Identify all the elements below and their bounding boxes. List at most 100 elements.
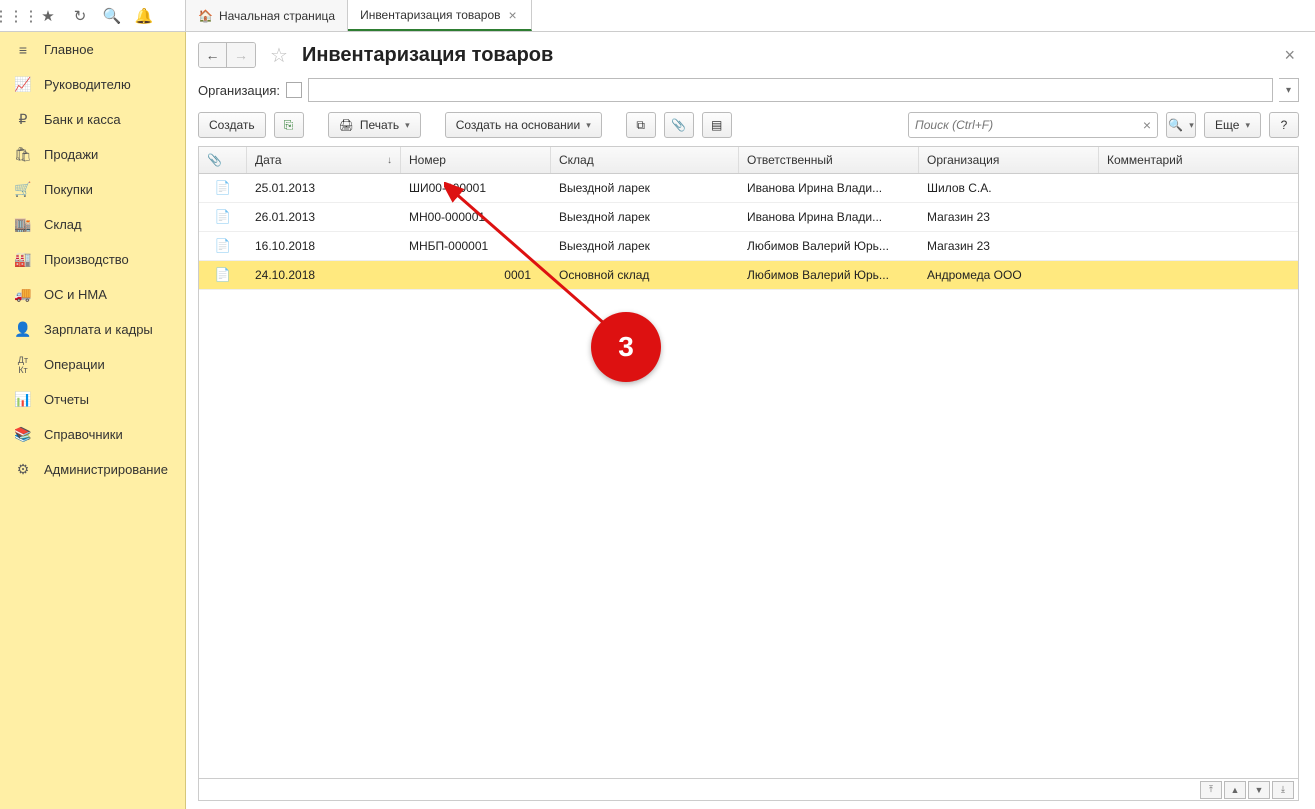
search-button[interactable]: 🔍▾ xyxy=(1166,112,1196,138)
apps-icon[interactable]: ⋮⋮⋮ xyxy=(0,0,32,32)
sidebar-item-reports[interactable]: 📊Отчеты xyxy=(0,382,185,417)
tab-inventory-label: Инвентаризация товаров xyxy=(360,8,500,22)
truck-icon: 🚚 xyxy=(14,286,32,303)
table-row[interactable]: 📄 16.10.2018 МНБП-000001 Выездной ларек … xyxy=(199,232,1298,261)
org-filter-dropdown[interactable]: ▾ xyxy=(1279,78,1299,102)
tab-inventory[interactable]: Инвентаризация товаров × xyxy=(348,0,532,31)
sidebar: ≡Главное 📈 Руководителю ₽Банк и касса 🛍Пр… xyxy=(0,32,186,809)
col-org[interactable]: Организация xyxy=(919,147,1099,173)
books-icon: 📚 xyxy=(14,426,32,443)
sidebar-item-label: Главное xyxy=(44,42,94,57)
structure-icon: ⧉ xyxy=(636,118,645,133)
sidebar-item-label: Операции xyxy=(44,357,105,372)
sidebar-item-main[interactable]: ≡Главное xyxy=(0,32,185,67)
star-icon[interactable]: ★ xyxy=(32,0,64,32)
sidebar-item-warehouse[interactable]: 🏬Склад xyxy=(0,207,185,242)
filter-row: Организация: ▾ xyxy=(186,74,1315,112)
col-resp[interactable]: Ответственный xyxy=(739,147,919,173)
more-button[interactable]: Еще▾ xyxy=(1204,112,1261,138)
cell-date: 16.10.2018 xyxy=(247,239,401,253)
list-button[interactable]: ▤ xyxy=(702,112,732,138)
scroll-down-button[interactable]: ▼ xyxy=(1248,781,1270,799)
table-row[interactable]: 📄 26.01.2013 МН00-000001 Выездной ларек … xyxy=(199,203,1298,232)
org-filter-input[interactable] xyxy=(308,78,1273,102)
scroll-footer: ⤒ ▲ ▼ ⤓ xyxy=(199,778,1298,800)
printer-icon: 🖨 xyxy=(339,118,354,132)
caret-icon: ▾ xyxy=(405,120,410,131)
cell-date: 25.01.2013 xyxy=(247,181,401,195)
create-button[interactable]: Создать xyxy=(198,112,266,138)
cell-org: Магазин 23 xyxy=(919,210,1099,224)
create-based-button[interactable]: Создать на основании▾ xyxy=(445,112,602,138)
cell-org: Шилов С.А. xyxy=(919,181,1099,195)
scroll-top-button[interactable]: ⤒ xyxy=(1200,781,1222,799)
page-header: ← → ☆ Инвентаризация товаров × xyxy=(186,32,1315,74)
sidebar-item-label: Руководителю xyxy=(44,77,131,92)
sidebar-item-catalogs[interactable]: 📚Справочники xyxy=(0,417,185,452)
forward-button[interactable]: → xyxy=(227,43,255,67)
print-button[interactable]: 🖨Печать▾ xyxy=(328,112,421,138)
sidebar-item-assets[interactable]: 🚚ОС и НМА xyxy=(0,277,185,312)
sidebar-item-sales[interactable]: 🛍Продажи xyxy=(0,137,185,172)
col-sklad[interactable]: Склад xyxy=(551,147,739,173)
scroll-up-button[interactable]: ▲ xyxy=(1224,781,1246,799)
question-icon: ? xyxy=(1281,118,1288,132)
scroll-bottom-button[interactable]: ⤓ xyxy=(1272,781,1294,799)
sidebar-item-operations[interactable]: ДтКт Операции xyxy=(0,347,185,382)
col-comm[interactable]: Комментарий xyxy=(1099,147,1298,173)
search-icon[interactable]: 🔍 xyxy=(96,0,128,32)
sidebar-item-label: Банк и касса xyxy=(44,112,121,127)
person-icon: 👤 xyxy=(14,321,32,338)
attach-button[interactable]: 📎 xyxy=(664,112,694,138)
search-field[interactable]: × xyxy=(908,112,1158,138)
copy-button[interactable]: ⎘ xyxy=(274,112,304,138)
more-label: Еще xyxy=(1215,118,1239,132)
sidebar-item-label: Администрирование xyxy=(44,462,168,477)
sidebar-item-label: Склад xyxy=(44,217,82,232)
home-icon: 🏠 xyxy=(198,9,213,23)
col-num[interactable]: Номер xyxy=(401,147,551,173)
table-row[interactable]: 📄 25.01.2013 ШИ00-000001 Выездной ларек … xyxy=(199,174,1298,203)
back-button[interactable]: ← xyxy=(199,43,227,67)
sidebar-item-purchases[interactable]: 🛒 Покупки xyxy=(0,172,185,207)
create-button-label: Создать xyxy=(209,118,255,132)
cell-num: 0001 xyxy=(401,268,551,282)
sidebar-item-production[interactable]: 🏭Производство xyxy=(0,242,185,277)
tab-home[interactable]: 🏠 Начальная страница xyxy=(186,0,348,31)
cell-sklad: Выездной ларек xyxy=(551,210,739,224)
magnifier-icon: 🔍 xyxy=(1168,118,1183,132)
structure-button[interactable]: ⧉ xyxy=(626,112,656,138)
org-filter-checkbox[interactable] xyxy=(286,82,302,98)
caret-icon: ▾ xyxy=(1189,120,1194,131)
sidebar-item-admin[interactable]: ⚙ Администрирование xyxy=(0,452,185,487)
dtkt-icon: ДтКт xyxy=(14,355,32,375)
page-close-button[interactable]: × xyxy=(1280,45,1299,66)
gear-icon: ⚙ xyxy=(14,461,32,478)
cell-resp: Иванова Ирина Влади... xyxy=(739,210,919,224)
search-input[interactable] xyxy=(915,118,1139,132)
cell-date: 26.01.2013 xyxy=(247,210,401,224)
col-attach[interactable]: 📎 xyxy=(199,147,247,173)
cell-num: ШИ00-000001 xyxy=(401,181,551,195)
chart-icon: 📈 xyxy=(14,76,32,93)
history-icon[interactable]: ↻ xyxy=(64,0,96,32)
doc-icon: 📄 xyxy=(199,209,247,225)
sidebar-item-bank[interactable]: ₽Банк и касса xyxy=(0,102,185,137)
create-based-label: Создать на основании xyxy=(456,118,581,132)
bell-icon[interactable]: 🔔 xyxy=(128,0,160,32)
table-row[interactable]: 📄 24.10.2018 0001 Основной склад Любимов… xyxy=(199,261,1298,290)
close-icon[interactable]: × xyxy=(507,7,519,23)
factory-icon: 🏭 xyxy=(14,251,32,268)
cell-sklad: Выездной ларек xyxy=(551,239,739,253)
help-button[interactable]: ? xyxy=(1269,112,1299,138)
cell-sklad: Основной склад xyxy=(551,268,739,282)
sidebar-item-manager[interactable]: 📈 Руководителю xyxy=(0,67,185,102)
favorite-star-icon[interactable]: ☆ xyxy=(266,43,292,68)
cart-icon: 🛒 xyxy=(14,181,32,198)
sidebar-item-hr[interactable]: 👤Зарплата и кадры xyxy=(0,312,185,347)
col-num-label: Номер xyxy=(409,153,446,167)
col-comm-label: Комментарий xyxy=(1107,153,1183,167)
clear-icon[interactable]: × xyxy=(1143,117,1151,133)
col-date[interactable]: Дата↓ xyxy=(247,147,401,173)
sidebar-item-label: Покупки xyxy=(44,182,93,197)
